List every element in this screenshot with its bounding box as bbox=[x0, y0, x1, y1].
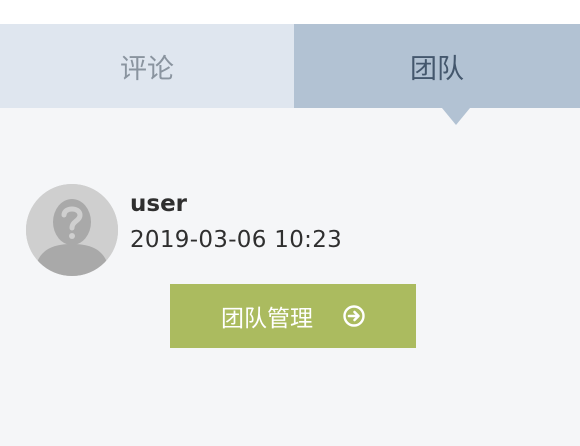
top-strip bbox=[0, 0, 580, 24]
team-member-item: user 2019-03-06 10:23 bbox=[26, 184, 342, 276]
tab-comments[interactable]: 评论 bbox=[0, 24, 294, 108]
tab-bar: 评论 团队 bbox=[0, 24, 580, 108]
team-manage-button[interactable]: 团队管理 bbox=[170, 284, 416, 348]
tab-team-label: 团队 bbox=[410, 53, 464, 85]
member-timestamp: 2019-03-06 10:23 bbox=[130, 227, 343, 253]
tab-comments-label: 评论 bbox=[120, 53, 174, 85]
member-info: user 2019-03-06 10:23 bbox=[130, 184, 342, 254]
active-tab-pointer bbox=[442, 108, 470, 125]
tab-team[interactable]: 团队 bbox=[294, 24, 580, 108]
unknown-user-avatar-icon bbox=[26, 184, 118, 276]
team-panel: 评论 团队 user 2019-03-06 10:23 团队管理 bbox=[0, 0, 580, 446]
arrow-circle-right-icon bbox=[343, 305, 365, 327]
team-manage-label: 团队管理 bbox=[221, 306, 313, 332]
avatar[interactable] bbox=[26, 184, 118, 276]
member-username[interactable]: user bbox=[130, 190, 342, 218]
